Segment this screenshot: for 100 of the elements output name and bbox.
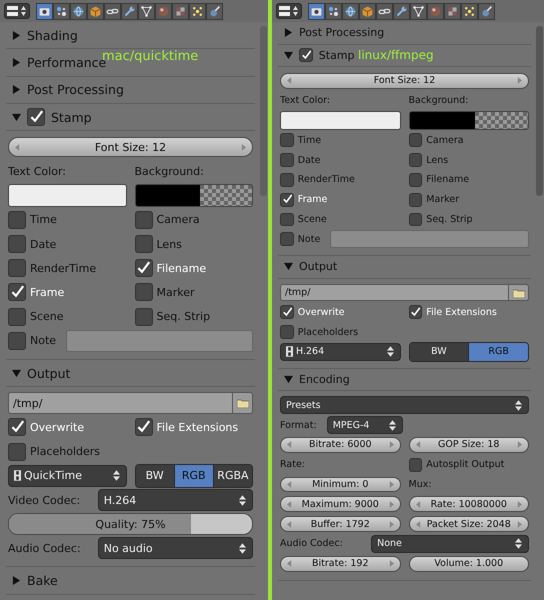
- checkbox-label[interactable]: Scene: [30, 310, 64, 324]
- checkbox-label[interactable]: Placeholders: [30, 445, 100, 458]
- checkbox-label[interactable]: Marker: [156, 286, 195, 299]
- checkbox[interactable]: [408, 153, 422, 167]
- checkbox-label[interactable]: Filename: [156, 262, 206, 275]
- panel-title[interactable]: Output: [299, 260, 338, 274]
- checkbox-label[interactable]: Time: [298, 134, 322, 146]
- panel-title[interactable]: Encoding: [299, 373, 350, 386]
- panel-title[interactable]: Post Processing: [27, 82, 124, 98]
- wrench-icon[interactable]: [393, 2, 410, 20]
- sparkle-icon[interactable]: [461, 2, 478, 20]
- checkbox[interactable]: [299, 48, 313, 62]
- number-field[interactable]: Font Size: 12: [280, 73, 529, 89]
- number-field[interactable]: Minimum: 0: [280, 476, 400, 492]
- disclosure-triangle-icon[interactable]: [284, 50, 293, 60]
- checkbox[interactable]: [134, 259, 152, 278]
- checkbox[interactable]: [280, 305, 294, 320]
- number-field[interactable]: Bitrate: 192: [280, 556, 400, 572]
- checkbox[interactable]: [280, 133, 294, 148]
- checkbox-label[interactable]: Time: [30, 213, 57, 226]
- disclosure-triangle-icon[interactable]: [284, 262, 293, 272]
- checkbox-label[interactable]: Scene: [298, 214, 327, 225]
- checkbox[interactable]: [408, 172, 422, 187]
- dropdown-menu[interactable]: None: [371, 534, 529, 553]
- color-field[interactable]: [408, 111, 529, 130]
- editor-type-button[interactable]: [4, 3, 30, 19]
- dropdown-menu[interactable]: Presets: [280, 396, 529, 414]
- increment-arrow-icon[interactable]: [388, 560, 394, 568]
- camera-icon[interactable]: [308, 2, 325, 20]
- increment-arrow-icon[interactable]: [517, 441, 522, 448]
- mode-toggle[interactable]: BW: [136, 464, 174, 487]
- dropdown-menu[interactable]: MPEG-4: [326, 416, 403, 434]
- checkbox-label[interactable]: Filename: [426, 174, 470, 186]
- disclosure-triangle-icon[interactable]: [12, 576, 21, 586]
- text-field[interactable]: [66, 330, 253, 352]
- checkbox[interactable]: [8, 442, 26, 461]
- dropdown-menu[interactable]: H.264: [280, 343, 400, 361]
- color-field[interactable]: [134, 184, 253, 208]
- increment-arrow-icon[interactable]: [517, 77, 522, 84]
- camera-icon[interactable]: [36, 2, 53, 20]
- checkbox-label[interactable]: Frame: [30, 286, 64, 299]
- file-browse-button[interactable]: [509, 284, 529, 302]
- checkbox[interactable]: [408, 133, 422, 148]
- globe-icon[interactable]: [70, 2, 87, 20]
- color-field[interactable]: [8, 184, 126, 208]
- checkbox-label[interactable]: Placeholders: [298, 326, 358, 338]
- checkbox[interactable]: [27, 108, 45, 126]
- checkbox[interactable]: [280, 153, 294, 167]
- disclosure-triangle-icon[interactable]: [12, 85, 21, 94]
- checkbox-label[interactable]: Camera: [426, 134, 464, 146]
- checkbox[interactable]: [408, 458, 422, 472]
- decrement-arrow-icon[interactable]: [287, 441, 292, 448]
- checkbox[interactable]: [280, 232, 294, 246]
- checkbox-label[interactable]: Lens: [156, 238, 182, 251]
- disclosure-triangle-icon[interactable]: [12, 368, 21, 378]
- scrollbar-thumb[interactable]: [536, 26, 543, 196]
- dots-icon[interactable]: [53, 2, 70, 20]
- increment-arrow-icon[interactable]: [388, 480, 394, 488]
- dropdown-menu[interactable]: H.264: [98, 488, 253, 512]
- checkbox-label[interactable]: Camera: [156, 213, 200, 226]
- sparkle-icon[interactable]: [189, 2, 206, 20]
- disclosure-triangle-icon[interactable]: [284, 375, 293, 384]
- number-field[interactable]: Bitrate: 6000: [280, 436, 400, 453]
- checkbox-label[interactable]: File Extensions: [426, 306, 497, 318]
- checkbox-label[interactable]: Note: [30, 334, 56, 348]
- checkbox-label[interactable]: File Extensions: [156, 420, 238, 434]
- checkbox[interactable]: [408, 305, 422, 320]
- checkbox[interactable]: [134, 418, 152, 436]
- grid-icon[interactable]: [172, 2, 189, 20]
- link-icon[interactable]: [376, 2, 393, 20]
- checkbox[interactable]: [280, 325, 294, 340]
- disclosure-triangle-icon[interactable]: [12, 30, 21, 40]
- number-field[interactable]: GOP Size: 18: [408, 436, 529, 453]
- cube-icon[interactable]: [87, 2, 104, 20]
- checkbox[interactable]: [280, 212, 294, 226]
- checkbox-label[interactable]: Seq. Strip: [426, 214, 473, 225]
- checkbox-label[interactable]: RenderTime: [298, 174, 355, 186]
- checkbox[interactable]: [8, 332, 26, 350]
- globe-icon[interactable]: [342, 2, 359, 20]
- panel-title[interactable]: Stamp: [318, 48, 355, 62]
- decrement-arrow-icon[interactable]: [287, 560, 292, 568]
- wrench-icon[interactable]: [121, 2, 138, 20]
- decrement-arrow-icon[interactable]: [287, 480, 292, 488]
- mode-toggle[interactable]: RGB: [174, 464, 213, 487]
- disclosure-triangle-icon[interactable]: [284, 28, 293, 38]
- checkbox[interactable]: [8, 308, 26, 326]
- file-browse-button[interactable]: [233, 392, 253, 414]
- checkbox-label[interactable]: Marker: [426, 194, 460, 206]
- link-icon[interactable]: [104, 2, 121, 20]
- mode-toggle[interactable]: RGB: [468, 343, 528, 361]
- checkbox[interactable]: [408, 212, 422, 226]
- dropdown-menu[interactable]: QuickTime: [8, 464, 126, 487]
- number-field[interactable]: Volume: 1.000: [408, 556, 529, 572]
- checkbox[interactable]: [408, 192, 422, 207]
- checkbox[interactable]: [280, 172, 294, 187]
- checkbox[interactable]: [134, 210, 152, 229]
- path-field[interactable]: /tmp/: [280, 284, 509, 302]
- checkbox[interactable]: [8, 235, 26, 254]
- path-field[interactable]: /tmp/: [8, 392, 233, 414]
- checkbox-label[interactable]: Overwrite: [30, 420, 84, 434]
